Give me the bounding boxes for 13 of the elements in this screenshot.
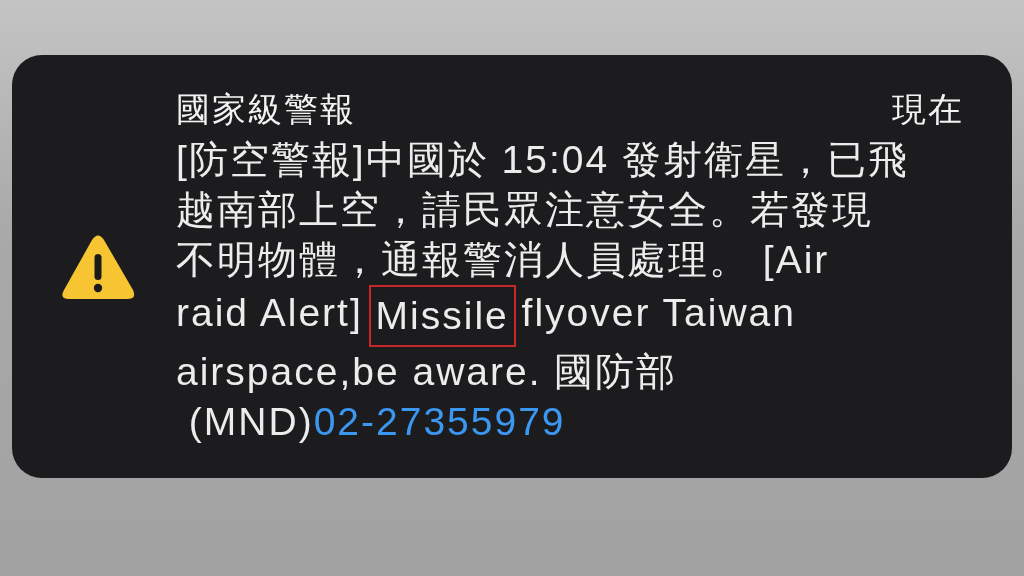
highlighted-word: Missile bbox=[368, 284, 516, 347]
message-text: raid Alert] bbox=[176, 290, 364, 334]
message-text: 不明物體，通報警消人員處理。 [Air bbox=[176, 237, 830, 281]
message-text: 越南部上空，請民眾注意安全。若發現 bbox=[176, 187, 873, 231]
warning-icon bbox=[61, 233, 135, 300]
message-text: [防空警報]中國於 15:04 發射衛星，已飛 bbox=[176, 137, 909, 181]
notification-card[interactable]: 國家級警報 現在 [防空警報]中國於 15:04 發射衛星，已飛 越南部上空，請民眾注意安全。若發現 不明物體，通報警消人員處理。 [Air raid Alert] Missile flyover Taiwan airspace,be aware. 國防部 (MND)02-27355979 bbox=[12, 55, 1012, 478]
alert-title: 國家級警報 bbox=[176, 88, 356, 130]
message-text: airspace,be aware. 國防部 bbox=[176, 349, 678, 393]
timestamp: 現在 bbox=[892, 88, 964, 130]
phone-link[interactable]: 02-27355979 bbox=[313, 399, 566, 443]
message-text: flyover Taiwan bbox=[520, 290, 796, 334]
message-text: (MND) bbox=[187, 399, 314, 443]
